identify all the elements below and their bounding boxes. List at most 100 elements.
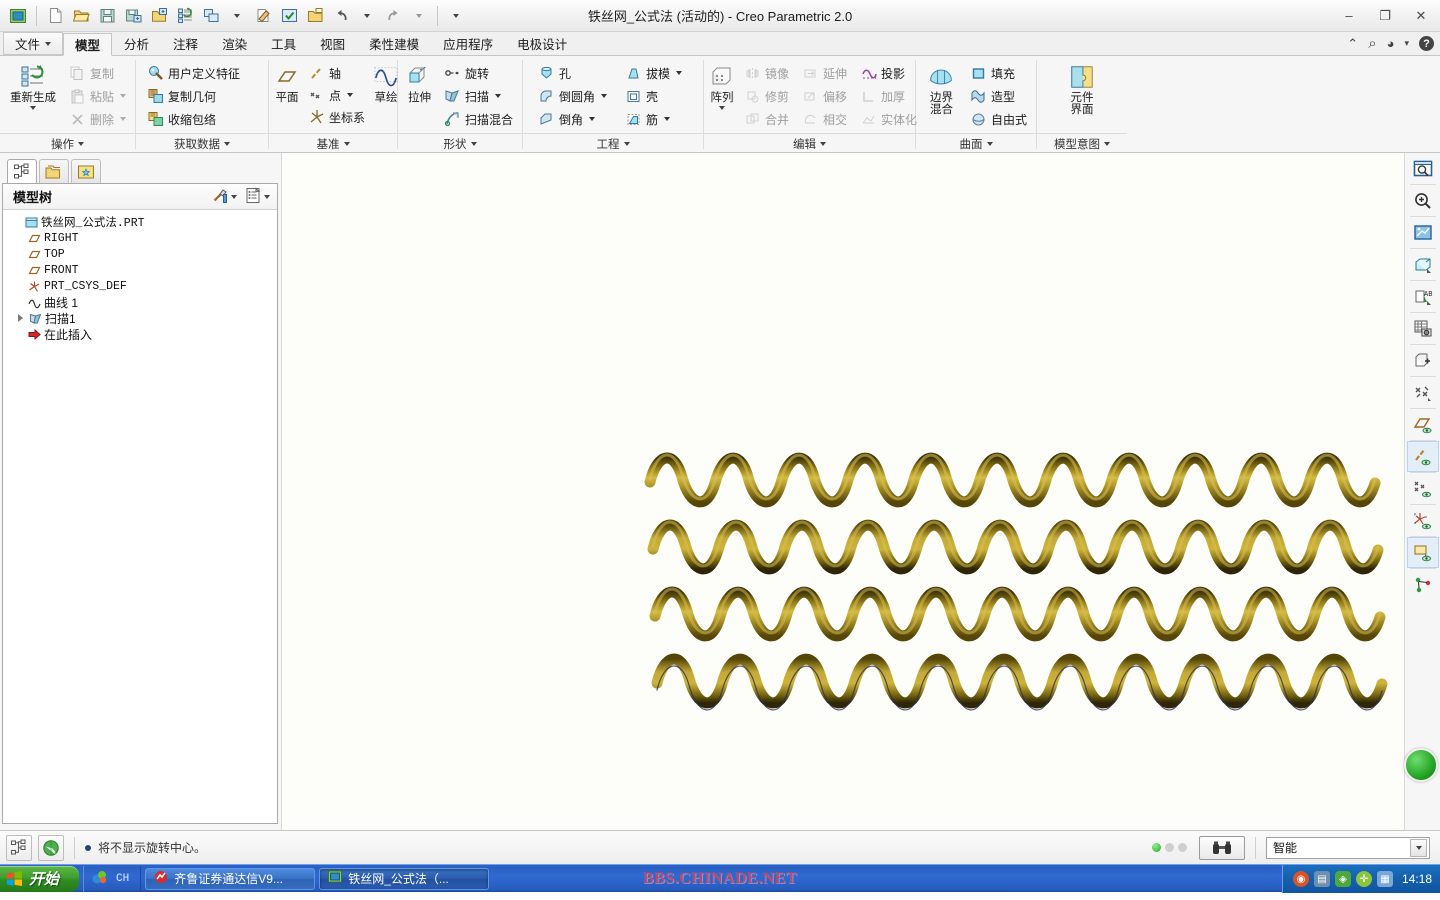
datum-csys-button[interactable]: 坐标系 xyxy=(303,106,370,128)
plane-tag-display-icon[interactable] xyxy=(1406,537,1439,568)
group-title-datum[interactable]: 基准 xyxy=(269,133,397,153)
intersect-button[interactable]: 相交 xyxy=(797,108,852,130)
hole-button[interactable]: 孔 xyxy=(533,62,612,84)
safari-tray-icon[interactable]: ◉ xyxy=(1292,871,1309,887)
annotation-display-icon[interactable]: AB xyxy=(1407,281,1439,312)
tab-tools[interactable]: 工具 xyxy=(259,32,308,55)
redo-button[interactable] xyxy=(381,4,405,28)
start-button[interactable]: 开始 xyxy=(0,865,80,892)
project-button[interactable]: 投影 xyxy=(855,62,922,84)
round-button[interactable]: 倒圆角 xyxy=(533,85,612,107)
regenerate-button[interactable] xyxy=(173,4,197,28)
regenerate-dropdown-icon[interactable] xyxy=(29,106,36,110)
group-title-editing[interactable]: 编辑 xyxy=(704,133,915,153)
display-style-icon[interactable] xyxy=(1407,249,1439,280)
tab-analysis[interactable]: 分析 xyxy=(112,32,161,55)
extrude-button[interactable]: 拉伸 xyxy=(402,60,437,105)
group-title-model-intent[interactable]: 模型意图 xyxy=(1037,133,1127,153)
help-center-icon[interactable]: ◕ xyxy=(1387,36,1395,51)
spin-center-icon[interactable] xyxy=(1407,569,1439,600)
tab-model[interactable]: 模型 xyxy=(63,33,113,56)
plus-tray-icon[interactable]: ✛ xyxy=(1355,871,1372,887)
tree-node-top[interactable]: TOP xyxy=(3,246,277,262)
thicken-button[interactable]: 加厚 xyxy=(855,85,922,107)
delete-button[interactable]: 删除 xyxy=(64,108,131,130)
rib-button[interactable]: 筋 xyxy=(620,108,687,130)
tab-view[interactable]: 视图 xyxy=(308,32,357,55)
msn-messenger-icon[interactable] xyxy=(91,869,108,889)
repaint-icon[interactable] xyxy=(1407,217,1439,248)
extend-button[interactable]: 延伸 xyxy=(797,62,852,84)
tab-flexible-modeling[interactable]: 柔性建模 xyxy=(357,32,431,55)
sweep-dropdown-icon[interactable] xyxy=(495,94,501,98)
udf-button[interactable]: 用户定义特征 xyxy=(142,62,245,84)
merge-button[interactable]: 合并 xyxy=(739,108,794,130)
tree-expander-sweep1[interactable] xyxy=(15,313,25,323)
model-tree-tab[interactable] xyxy=(7,159,37,183)
tab-applications[interactable]: 应用程序 xyxy=(431,32,505,55)
offset-button[interactable]: 偏移 xyxy=(797,85,852,107)
close-button[interactable]: ✕ xyxy=(1410,6,1432,26)
minimize-button[interactable]: – xyxy=(1338,6,1360,26)
save-button[interactable] xyxy=(95,4,119,28)
point-display-icon[interactable] xyxy=(1407,473,1439,504)
app-icon[interactable] xyxy=(6,4,30,28)
round-dropdown-icon[interactable] xyxy=(601,94,608,98)
chamfer-dropdown-icon[interactable] xyxy=(589,117,596,121)
ime-indicator[interactable]: CH xyxy=(112,873,133,885)
datum-plane-button[interactable]: 平面 xyxy=(273,60,301,105)
datum-point-button[interactable]: 点 xyxy=(303,84,370,106)
new-button[interactable] xyxy=(43,4,67,28)
open-button[interactable] xyxy=(69,4,93,28)
fill-button[interactable]: 填充 xyxy=(965,62,1032,84)
tree-filters-button[interactable] xyxy=(242,184,273,210)
pattern-dropdown-icon[interactable] xyxy=(719,106,725,110)
search-icon[interactable]: ⌕ xyxy=(1368,35,1376,52)
shrinkwrap-button[interactable]: 收缩包络 xyxy=(142,108,245,130)
plane-display-icon[interactable] xyxy=(1407,409,1439,440)
search-select-button[interactable] xyxy=(1199,835,1245,860)
axis-display-icon[interactable] xyxy=(1406,441,1439,472)
close-window-button[interactable] xyxy=(303,4,327,28)
model-tree-toggle[interactable] xyxy=(6,834,32,861)
regenerate-button[interactable]: 重新生成 xyxy=(4,60,62,111)
taskbar-item-stock-app[interactable]: 齐鲁证券通达信V9... xyxy=(145,867,316,890)
datum-point-dropdown-icon[interactable] xyxy=(347,93,354,97)
group-title-engineering[interactable]: 工程 xyxy=(523,133,703,153)
view-manager-icon[interactable] xyxy=(1407,345,1439,376)
revolve-button[interactable]: 旋转 xyxy=(439,62,518,84)
erase-button[interactable] xyxy=(251,4,275,28)
boundary-blend-button[interactable]: 边界 混合 xyxy=(920,60,963,117)
customize-qat-button[interactable] xyxy=(444,4,468,28)
collapse-ribbon-icon[interactable]: ⌃ xyxy=(1347,36,1358,52)
sketch-button[interactable]: 草绘 xyxy=(372,60,400,105)
selection-filter-select[interactable]: 智能 xyxy=(1266,836,1430,859)
maximize-button[interactable]: ❐ xyxy=(1374,6,1396,26)
chevron-down-icon[interactable]: ▾ xyxy=(1404,38,1409,49)
mirror-button[interactable]: 镜像 xyxy=(739,62,794,84)
datum-axis-button[interactable]: 轴 xyxy=(303,62,370,84)
tree-node-sweep1[interactable]: 扫描1 xyxy=(3,310,277,326)
tree-node-right[interactable]: RIGHT xyxy=(3,230,277,246)
tab-render[interactable]: 渲染 xyxy=(210,32,259,55)
help-icon[interactable]: ? xyxy=(1419,36,1434,51)
group-title-shapes[interactable]: 形状 xyxy=(398,133,522,153)
sweep-button[interactable]: 扫描 xyxy=(439,85,518,107)
shell-button[interactable]: 壳 xyxy=(620,85,687,107)
select-button[interactable] xyxy=(277,4,301,28)
rib-dropdown-icon[interactable] xyxy=(664,117,671,121)
csys-display-icon[interactable]: yz x xyxy=(1407,505,1439,536)
save-as-button[interactable] xyxy=(121,4,145,28)
undo-dropdown[interactable] xyxy=(355,4,379,28)
datum-display-icon[interactable] xyxy=(1407,377,1439,408)
window-list-dropdown[interactable] xyxy=(225,4,249,28)
folder-browser-tab[interactable] xyxy=(39,159,69,183)
network-tray-icon[interactable]: ▤ xyxy=(1313,871,1330,887)
draft-dropdown-icon[interactable] xyxy=(676,71,683,75)
tab-file[interactable]: 文件 xyxy=(3,32,64,55)
graphics-viewport[interactable]: AB y z x xyxy=(281,153,1440,830)
save-copy-button[interactable] xyxy=(147,4,171,28)
delete-dropdown-icon[interactable] xyxy=(120,117,126,121)
tree-node-curve[interactable]: 曲线 1 xyxy=(3,294,277,310)
trim-button[interactable]: 修剪 xyxy=(739,85,794,107)
